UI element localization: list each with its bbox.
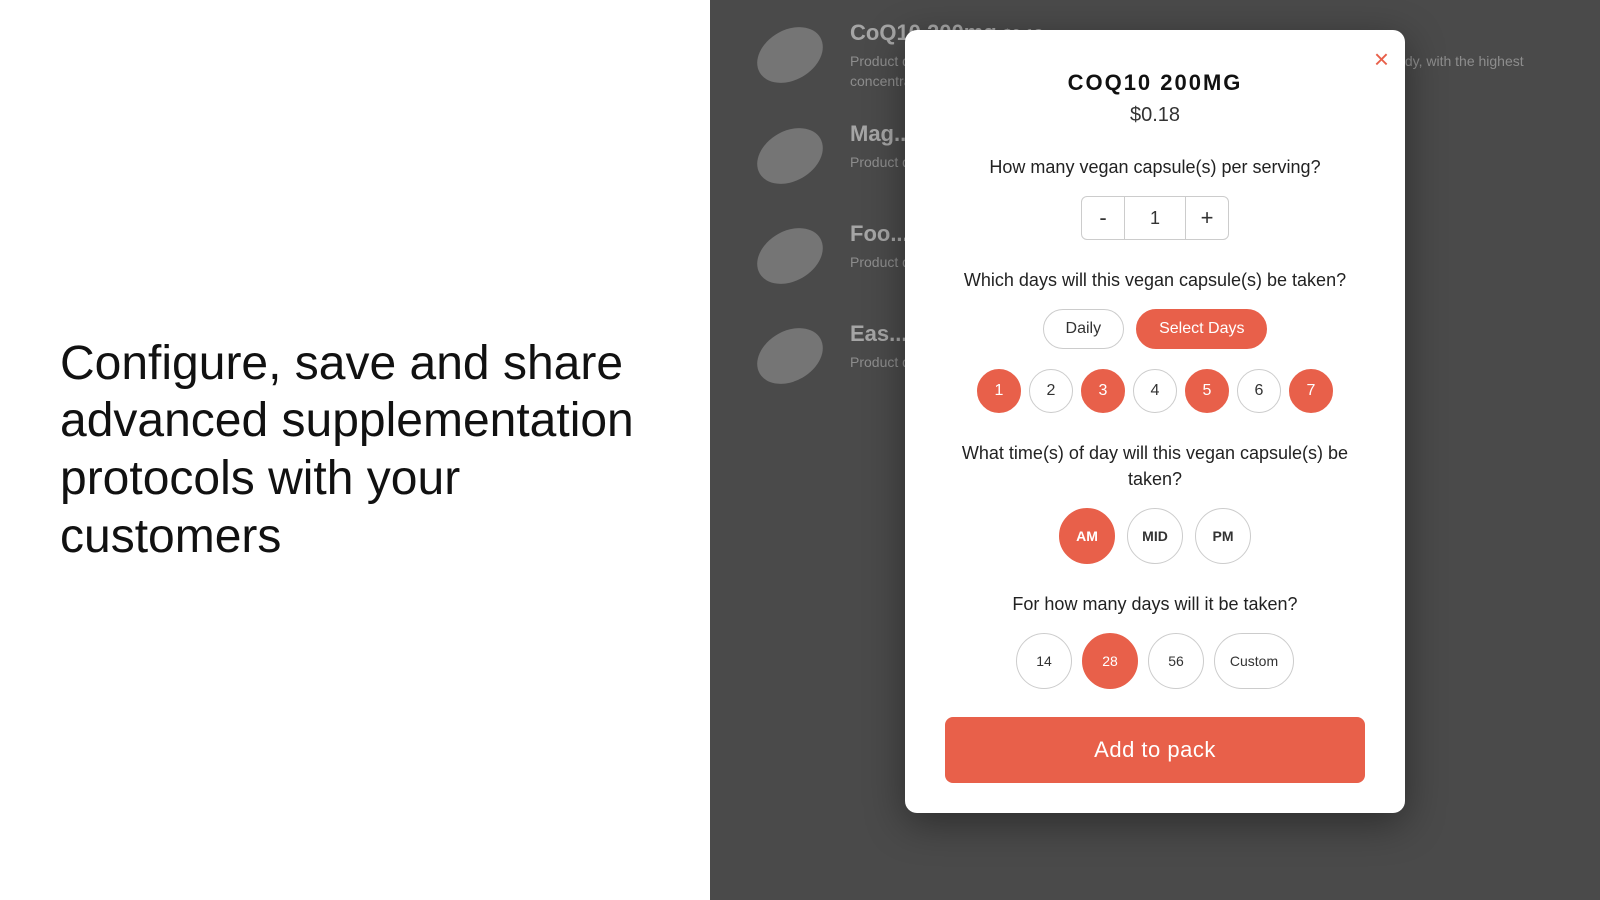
modal: × COQ10 200MG $0.18 How many vegan capsu… bbox=[905, 30, 1405, 813]
question-days: Which days will this vegan capsule(s) be… bbox=[945, 268, 1365, 293]
day-circle-5[interactable]: 5 bbox=[1185, 369, 1229, 413]
plus-button[interactable]: + bbox=[1185, 196, 1229, 240]
daily-button[interactable]: Daily bbox=[1043, 309, 1125, 349]
minus-button[interactable]: - bbox=[1081, 196, 1125, 240]
mid-button[interactable]: MID bbox=[1127, 508, 1183, 564]
select-days-button[interactable]: Select Days bbox=[1136, 309, 1267, 349]
add-to-pack-button[interactable]: Add to pack bbox=[945, 717, 1365, 783]
day-circle-3[interactable]: 3 bbox=[1081, 369, 1125, 413]
pm-button[interactable]: PM bbox=[1195, 508, 1251, 564]
day-circle-1[interactable]: 1 bbox=[977, 369, 1021, 413]
question-duration: For how many days will it be taken? bbox=[945, 592, 1365, 617]
quantity-display: 1 bbox=[1125, 196, 1185, 240]
am-button[interactable]: AM bbox=[1059, 508, 1115, 564]
headline: Configure, save and share advanced suppl… bbox=[60, 335, 650, 565]
question-time: What time(s) of day will this vegan caps… bbox=[945, 441, 1365, 491]
quantity-stepper: - 1 + bbox=[945, 196, 1365, 240]
duration-custom-button[interactable]: Custom bbox=[1214, 633, 1294, 689]
day-circle-7[interactable]: 7 bbox=[1289, 369, 1333, 413]
duration-28-button[interactable]: 28 bbox=[1082, 633, 1138, 689]
question-capsules: How many vegan capsule(s) per serving? bbox=[945, 155, 1365, 180]
modal-overlay: × COQ10 200MG $0.18 How many vegan capsu… bbox=[710, 0, 1600, 900]
right-panel: CoQ10 200mg $0.18 Product description: U… bbox=[710, 0, 1600, 900]
duration-14-button[interactable]: 14 bbox=[1016, 633, 1072, 689]
duration-56-button[interactable]: 56 bbox=[1148, 633, 1204, 689]
modal-title: COQ10 200MG bbox=[945, 70, 1365, 96]
days-type-selector: Daily Select Days bbox=[945, 309, 1365, 349]
day-circle-4[interactable]: 4 bbox=[1133, 369, 1177, 413]
modal-price: $0.18 bbox=[945, 104, 1365, 127]
modal-close-button[interactable]: × bbox=[1374, 46, 1389, 72]
duration-selector: 14 28 56 Custom bbox=[945, 633, 1365, 689]
time-of-day-selector: AM MID PM bbox=[945, 508, 1365, 564]
day-circle-2[interactable]: 2 bbox=[1029, 369, 1073, 413]
left-panel: Configure, save and share advanced suppl… bbox=[0, 0, 710, 900]
day-number-circles: 1 2 3 4 5 6 7 bbox=[945, 369, 1365, 413]
day-circle-6[interactable]: 6 bbox=[1237, 369, 1281, 413]
